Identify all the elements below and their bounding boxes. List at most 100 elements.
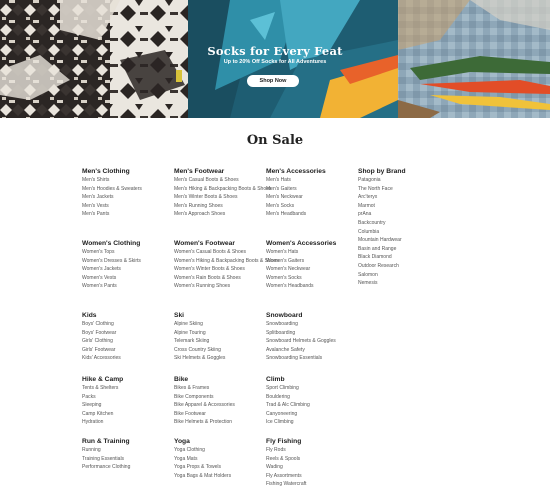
category-heading-link[interactable]: Climb (266, 375, 310, 384)
category-link[interactable]: Women's Winter Boots & Shoes (174, 265, 279, 274)
category-link[interactable]: Packs (82, 393, 123, 402)
category-link[interactable]: Women's Tops (82, 248, 141, 257)
category-link[interactable]: Men's Casual Boots & Shoes (174, 176, 271, 185)
category-heading-link[interactable]: Yoga (174, 437, 231, 446)
category-link[interactable]: Women's Rain Boots & Shoes (174, 274, 279, 283)
category-link[interactable]: Canyoneering (266, 410, 310, 419)
category-heading-link[interactable]: Men's Accessories (266, 167, 326, 176)
category-link[interactable]: Men's Neckwear (266, 193, 326, 202)
category-link[interactable]: Men's Pants (82, 210, 142, 219)
category-link[interactable]: Snowboarding (266, 320, 336, 329)
category-link[interactable]: Performance Clothing (82, 463, 130, 472)
category-link[interactable]: Fly Assortments (266, 472, 306, 481)
category-link[interactable]: Alpine Touring (174, 329, 225, 338)
category-heading-link[interactable]: Ski (174, 311, 225, 320)
category-link[interactable]: Women's Neckwear (266, 265, 336, 274)
category-heading-link[interactable]: Women's Clothing (82, 239, 141, 248)
category-link[interactable]: Black Diamond (358, 253, 406, 262)
category-heading-link[interactable]: Kids (82, 311, 121, 320)
category-link[interactable]: Tents & Shelters (82, 384, 123, 393)
category-link[interactable]: Avalanche Safety (266, 346, 336, 355)
category-link[interactable]: Men's Approach Shoes (174, 210, 271, 219)
category-heading-link[interactable]: Hike & Camp (82, 375, 123, 384)
category-link[interactable]: Ice Climbing (266, 418, 310, 427)
category-link[interactable]: Bike Footwear (174, 410, 235, 419)
category-link[interactable]: The North Face (358, 185, 406, 194)
category-link[interactable]: Ski Helmets & Goggles (174, 354, 225, 363)
category-link[interactable]: Women's Vests (82, 274, 141, 283)
category-link[interactable]: Women's Jackets (82, 265, 141, 274)
category-heading-link[interactable]: Fly Fishing (266, 437, 306, 446)
category-heading-link[interactable]: Women's Footwear (174, 239, 279, 248)
category-link[interactable]: Men's Socks (266, 202, 326, 211)
category-link[interactable]: Fly Rods (266, 446, 306, 455)
category-link[interactable]: Women's Socks (266, 274, 336, 283)
category-link[interactable]: Men's Running Shoes (174, 202, 271, 211)
category-link[interactable]: Girls' Footwear (82, 346, 121, 355)
category-heading-link[interactable]: Snowboard (266, 311, 336, 320)
category-link[interactable]: Mountain Hardwear (358, 236, 406, 245)
category-link[interactable]: Women's Headbands (266, 282, 336, 291)
category-link[interactable]: Women's Dresses & Skirts (82, 257, 141, 266)
category-link[interactable]: Running (82, 446, 130, 455)
category-link[interactable]: Men's Headbands (266, 210, 326, 219)
category-link[interactable]: Boys' Clothing (82, 320, 121, 329)
category-link[interactable]: Men's Shirts (82, 176, 142, 185)
category-link[interactable]: Sport Climbing (266, 384, 310, 393)
category-link[interactable]: Camp Kitchen (82, 410, 123, 419)
category-link[interactable]: Boys' Footwear (82, 329, 121, 338)
category-link[interactable]: Bike Apparel & Accessories (174, 401, 235, 410)
category-link[interactable]: Wading (266, 463, 306, 472)
category-link[interactable]: Yoga Mats (174, 455, 231, 464)
category-link[interactable]: Sleeping (82, 401, 123, 410)
category-heading-link[interactable]: Men's Footwear (174, 167, 271, 176)
category-link[interactable]: Men's Hiking & Backpacking Boots & Shoes (174, 185, 271, 194)
category-link[interactable]: Kids' Accessories (82, 354, 121, 363)
category-link[interactable]: Men's Vests (82, 202, 142, 211)
category-link[interactable]: Women's Gaiters (266, 257, 336, 266)
category-link[interactable]: Basin and Range (358, 245, 406, 254)
category-heading-link[interactable]: Men's Clothing (82, 167, 142, 176)
category-heading-link[interactable]: Bike (174, 375, 235, 384)
category-heading-link[interactable]: Shop by Brand (358, 167, 406, 176)
category-link[interactable]: Salomon (358, 271, 406, 280)
category-link[interactable]: Fishing Watercraft (266, 480, 306, 489)
category-link[interactable]: Telemark Skiing (174, 337, 225, 346)
category-heading-link[interactable]: Women's Accessories (266, 239, 336, 248)
shop-now-button[interactable]: Shop Now (247, 75, 299, 87)
category-link[interactable]: Nemesis (358, 279, 406, 288)
category-heading-link[interactable]: Run & Training (82, 437, 130, 446)
category-link[interactable]: Reels & Spools (266, 455, 306, 464)
category-link[interactable]: Splitboarding (266, 329, 336, 338)
category-link[interactable]: Cross Country Skiing (174, 346, 225, 355)
category-link[interactable]: Bouldering (266, 393, 310, 402)
category-link[interactable]: Alpine Skiing (174, 320, 225, 329)
category-link[interactable]: Backcountry (358, 219, 406, 228)
category-link[interactable]: Marmot (358, 202, 406, 211)
category-link[interactable]: Snowboarding Essentials (266, 354, 336, 363)
category-link[interactable]: Columbia (358, 228, 406, 237)
category-link[interactable]: Women's Hats (266, 248, 336, 257)
category-link[interactable]: Men's Gaiters (266, 185, 326, 194)
category-link[interactable]: Yoga Bags & Mat Holders (174, 472, 231, 481)
category-link[interactable]: prAna (358, 210, 406, 219)
category-link[interactable]: Patagonia (358, 176, 406, 185)
category-link[interactable]: Training Essentials (82, 455, 130, 464)
category-link[interactable]: Hydration (82, 418, 123, 427)
category-link[interactable]: Women's Pants (82, 282, 141, 291)
category-link[interactable]: Girls' Clothing (82, 337, 121, 346)
category-link[interactable]: Trad & Alc Climbing (266, 401, 310, 410)
category-link[interactable]: Snowboard Helmets & Goggles (266, 337, 336, 346)
category-link[interactable]: Outdoor Research (358, 262, 406, 271)
category-link[interactable]: Women's Hiking & Backpacking Boots & Sho… (174, 257, 279, 266)
category-link[interactable]: Arc'teryx (358, 193, 406, 202)
category-link[interactable]: Men's Hoodies & Sweaters (82, 185, 142, 194)
category-link[interactable]: Men's Winter Boots & Shoes (174, 193, 271, 202)
category-link[interactable]: Bike Components (174, 393, 235, 402)
category-link[interactable]: Men's Hats (266, 176, 326, 185)
category-link[interactable]: Yoga Clothing (174, 446, 231, 455)
category-link[interactable]: Bike Helmets & Protection (174, 418, 235, 427)
category-link[interactable]: Women's Running Shoes (174, 282, 279, 291)
category-link[interactable]: Yoga Props & Towels (174, 463, 231, 472)
category-link[interactable]: Women's Casual Boots & Shoes (174, 248, 279, 257)
